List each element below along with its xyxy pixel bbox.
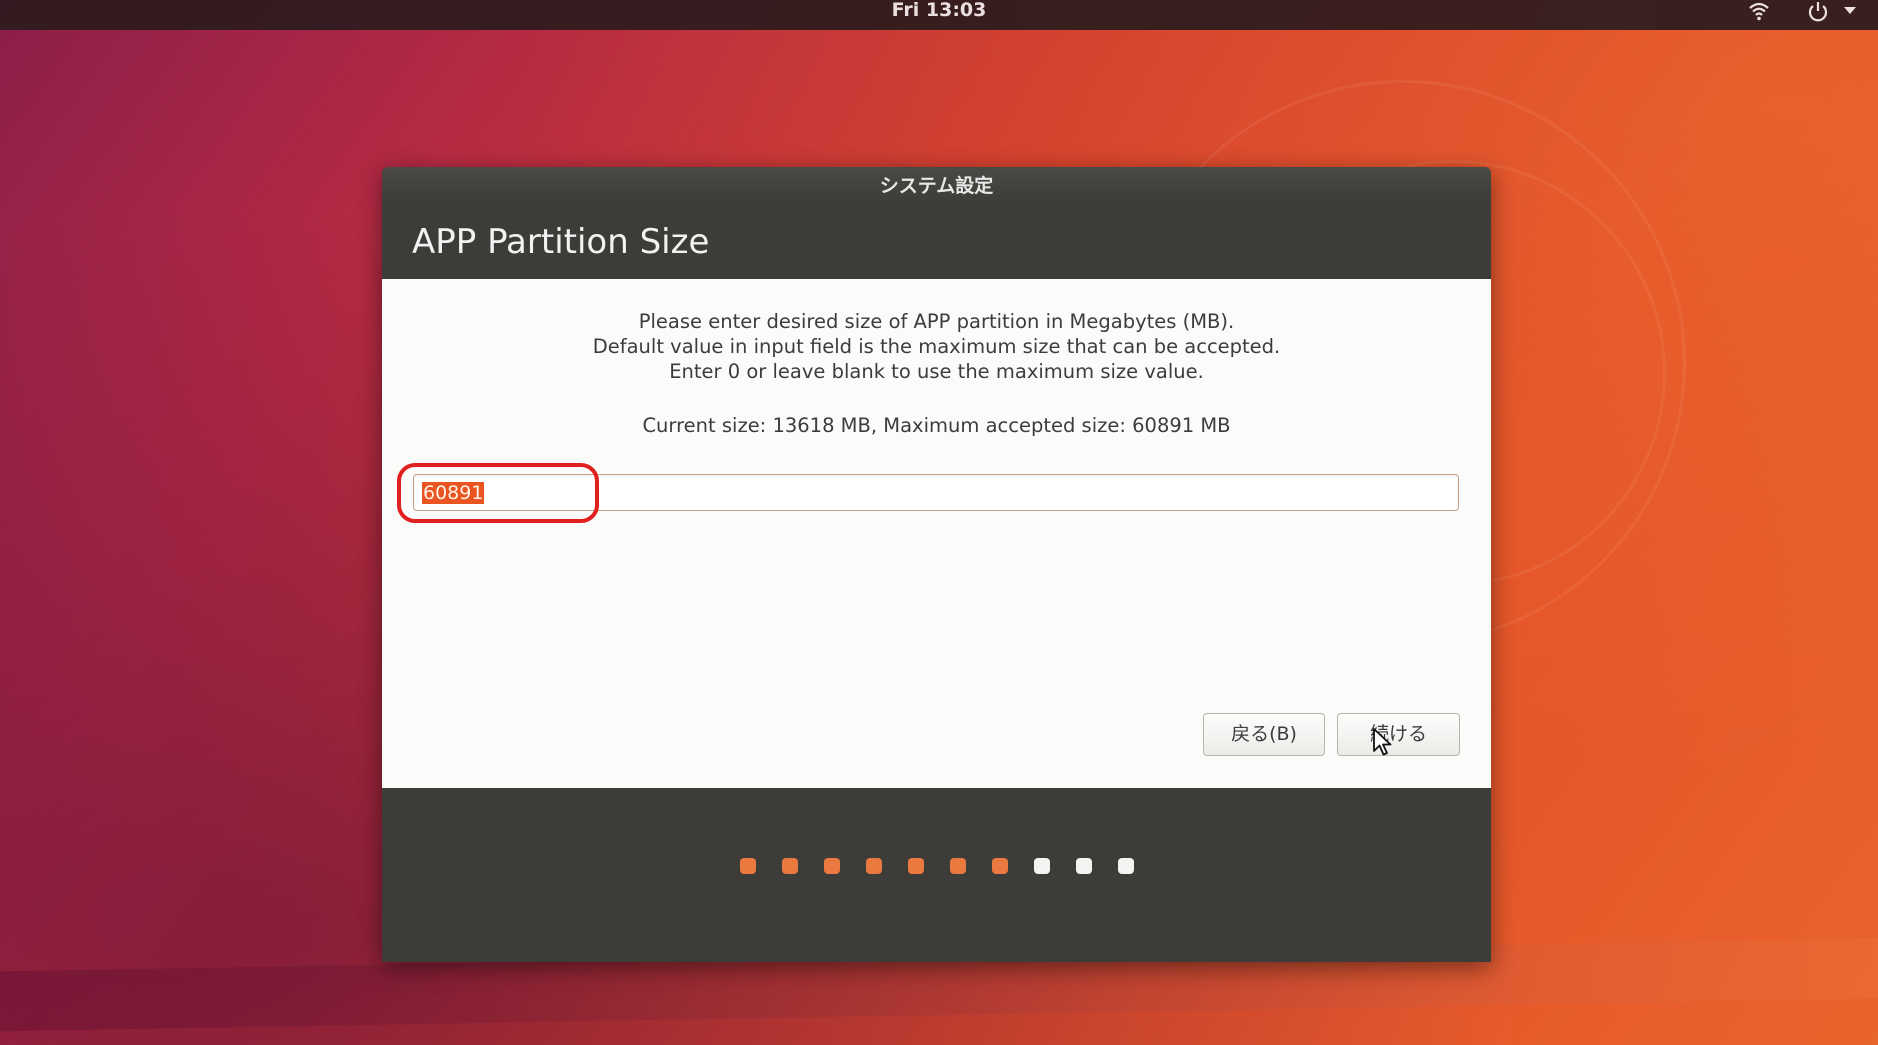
progress-dot-completed xyxy=(865,858,882,874)
progress-indicator xyxy=(382,858,1491,874)
progress-dot-pending xyxy=(1117,858,1134,874)
menu-arrow-icon[interactable] xyxy=(1843,1,1857,20)
continue-button[interactable]: 続ける xyxy=(1337,713,1460,756)
progress-dot-pending xyxy=(1075,858,1092,874)
instruction-line: Default value in input field is the maxi… xyxy=(592,335,1281,358)
top-bar: Fri 13:03 xyxy=(0,0,1878,30)
progress-dot-completed xyxy=(739,858,756,874)
wifi-icon[interactable] xyxy=(1748,1,1770,25)
back-button[interactable]: 戻る(B) xyxy=(1203,713,1325,756)
power-icon[interactable] xyxy=(1806,1,1830,27)
instruction-line: Please enter desired size of APP partiti… xyxy=(638,310,1235,333)
progress-dot-completed xyxy=(991,858,1008,874)
instructions: Please enter desired size of APP partiti… xyxy=(382,309,1491,384)
progress-dot-completed xyxy=(949,858,966,874)
desktop-background: Fri 13:03 システム設定 APP Partition Size Plea… xyxy=(0,0,1878,1045)
installer-dialog: システム設定 APP Partition Size Please enter d… xyxy=(382,167,1491,962)
instruction-line: Enter 0 or leave blank to use the maximu… xyxy=(669,360,1204,383)
progress-dot-completed xyxy=(823,858,840,874)
clock[interactable]: Fri 13:03 xyxy=(0,0,1878,20)
mouse-cursor-icon xyxy=(1372,727,1394,761)
size-info: Current size: 13618 MB, Maximum accepted… xyxy=(642,414,1231,437)
annotation-highlight-circle xyxy=(397,463,599,523)
window-titlebar[interactable]: システム設定 xyxy=(382,167,1491,205)
dialog-content: Please enter desired size of APP partiti… xyxy=(382,279,1491,788)
progress-dot-pending xyxy=(1033,858,1050,874)
progress-dot-completed xyxy=(781,858,798,874)
progress-dot-completed xyxy=(907,858,924,874)
page-title: APP Partition Size xyxy=(382,205,1491,279)
dialog-footer xyxy=(382,788,1491,962)
